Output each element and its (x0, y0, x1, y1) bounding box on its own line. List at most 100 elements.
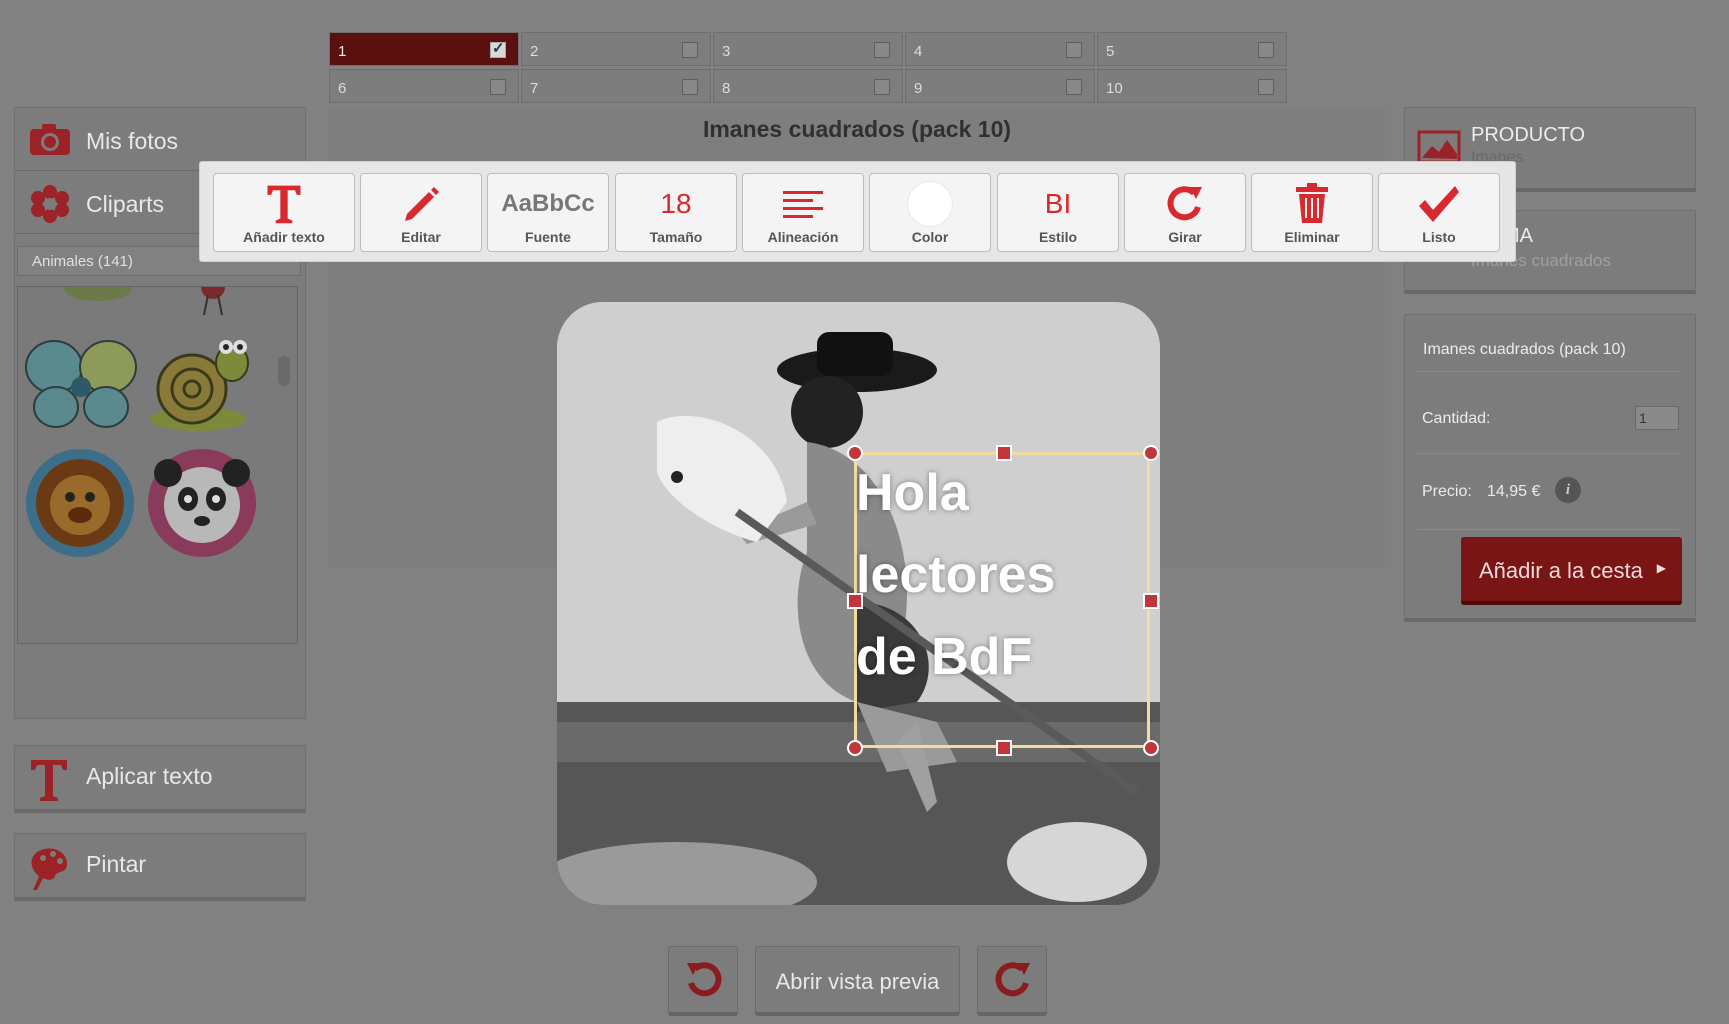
panda-clipart[interactable] (146, 447, 262, 559)
lion-clipart[interactable] (22, 447, 138, 559)
page-checkbox[interactable] (490, 39, 506, 58)
product-heading: PRODUCTO (1471, 124, 1586, 146)
page-number: 10 (1106, 80, 1123, 97)
sidebar-item-label: Mis fotos (86, 128, 179, 154)
resize-handle-bottom-right[interactable] (1143, 740, 1159, 756)
select-value: Animales (141) (32, 253, 133, 270)
resize-handle-right[interactable] (1143, 593, 1159, 609)
flower-icon (28, 184, 72, 223)
add-to-cart-button[interactable]: Añadir a la cesta ▶ (1461, 537, 1682, 605)
size-button[interactable]: 18 Tamaño (615, 173, 737, 252)
text-toolbar: Añadir texto Editar AaBbCc Fuente 18 Tam… (199, 161, 1516, 262)
done-label: Listo (1422, 229, 1456, 245)
resize-handle-top-left[interactable] (847, 445, 863, 461)
resize-handle-top[interactable] (996, 445, 1012, 461)
info-icon[interactable]: i (1555, 477, 1581, 503)
price-label: Precio: (1422, 483, 1472, 500)
paint-button[interactable]: Pintar (14, 833, 306, 901)
delete-label: Eliminar (1284, 229, 1340, 245)
page-number: 8 (722, 80, 731, 97)
page-tab-7[interactable]: 7 (521, 69, 711, 103)
order-panel: Imanes cuadrados (pack 10) Cantidad: Pre… (1404, 314, 1696, 622)
bird-clipart[interactable] (188, 286, 238, 321)
snail-clipart[interactable] (146, 327, 256, 437)
page-tab-2[interactable]: 2 (521, 32, 711, 66)
clipart-scrollbar[interactable] (278, 356, 290, 386)
font-button[interactable]: AaBbCc Fuente (487, 173, 609, 252)
quantity-input[interactable] (1635, 406, 1679, 430)
done-button[interactable]: Listo (1378, 173, 1500, 252)
rotate-button[interactable]: Girar (1124, 173, 1246, 252)
paint-label: Pintar (86, 851, 147, 877)
sidebar-item-label: Cliparts (86, 191, 164, 217)
page-number: 7 (530, 80, 539, 97)
trash-icon (1252, 182, 1372, 226)
magnet-text-line: lectores (856, 546, 1056, 604)
quantity-label: Cantidad: (1422, 410, 1491, 427)
page-tab-4[interactable]: 4 (905, 32, 1095, 66)
page-checkbox[interactable] (1258, 79, 1274, 95)
open-preview-button[interactable]: Abrir vista previa (755, 946, 960, 1016)
color-button[interactable]: Color (869, 173, 991, 252)
font-preview: AaBbCc (501, 190, 595, 217)
rotate-label: Girar (1168, 229, 1202, 245)
page-tab-3[interactable]: 3 (713, 32, 903, 66)
page-number: 9 (914, 80, 923, 97)
align-left-icon (743, 182, 863, 226)
rotate-icon (1125, 182, 1245, 226)
style-button[interactable]: BI Estilo (997, 173, 1119, 252)
add-to-cart-label: Añadir a la cesta (1479, 558, 1643, 583)
page-checkbox[interactable] (682, 42, 698, 58)
add-text-button[interactable]: Añadir texto (213, 173, 355, 252)
page-tab-6[interactable]: 6 (329, 69, 519, 103)
magnet-text-line: de BdF (856, 628, 1033, 686)
page-number: 5 (1106, 43, 1115, 60)
camera-icon (28, 121, 72, 157)
page-checkbox[interactable] (874, 79, 890, 95)
delete-button[interactable]: Eliminar (1251, 173, 1373, 252)
color-swatch-icon (870, 181, 990, 227)
page-checkbox[interactable] (1066, 79, 1082, 95)
resize-handle-top-right[interactable] (1143, 445, 1159, 461)
page-tab-10[interactable]: 10 (1097, 69, 1287, 103)
turtle-clipart[interactable] (58, 286, 138, 305)
page-number: 2 (530, 43, 539, 60)
resize-handle-left[interactable] (847, 593, 863, 609)
butterfly-clipart[interactable] (22, 335, 140, 435)
magnet-text[interactable]: Hola lectores de BdF (856, 452, 1156, 698)
edit-label: Editar (401, 229, 441, 245)
text-t-icon (214, 182, 354, 226)
page-checkbox[interactable] (1066, 42, 1082, 58)
order-product-name: Imanes cuadrados (pack 10) (1423, 341, 1626, 358)
undo-icon (683, 959, 725, 1006)
page-number: 4 (914, 43, 923, 60)
page-checkbox[interactable] (490, 79, 506, 95)
page-number: 1 (338, 43, 347, 60)
page-tab-8[interactable]: 8 (713, 69, 903, 103)
palette-icon (27, 844, 71, 890)
resize-handle-bottom-left[interactable] (847, 740, 863, 756)
align-button[interactable]: Alineación (742, 173, 864, 252)
redo-button[interactable] (977, 946, 1047, 1016)
redo-icon (992, 959, 1034, 1006)
style-preview: BI (1044, 188, 1072, 219)
page-tab-9[interactable]: 9 (905, 69, 1095, 103)
font-label: Fuente (525, 229, 571, 245)
open-preview-label: Abrir vista previa (775, 969, 940, 994)
page-number: 3 (722, 43, 731, 60)
apply-text-button[interactable]: Aplicar texto (14, 745, 306, 813)
size-value: 18 (660, 188, 692, 219)
checkmark-icon (1379, 182, 1499, 226)
undo-button[interactable] (668, 946, 738, 1016)
price-value: 14,95 € (1487, 483, 1541, 500)
page-tab-5[interactable]: 5 (1097, 32, 1287, 66)
page-checkbox[interactable] (682, 79, 698, 95)
page-tab-1[interactable]: 1 (329, 32, 519, 66)
resize-handle-bottom[interactable] (996, 740, 1012, 756)
edit-button[interactable]: Editar (360, 173, 482, 252)
page-checkbox[interactable] (874, 42, 890, 58)
page-checkbox[interactable] (1258, 42, 1274, 58)
magnet-text-line: Hola (856, 464, 969, 522)
style-label: Estilo (1038, 229, 1078, 245)
text-t-icon (27, 756, 71, 801)
